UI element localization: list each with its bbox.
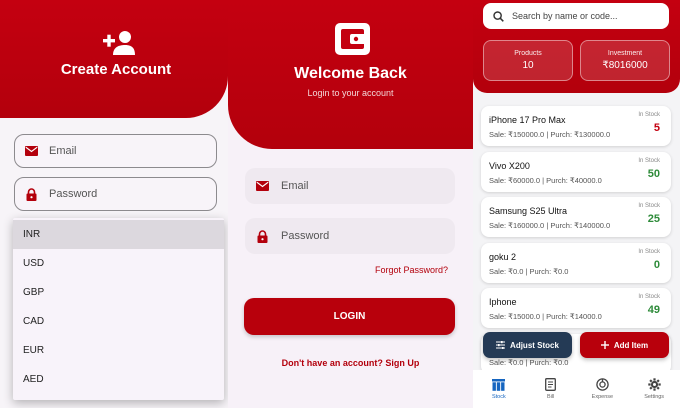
settings-icon	[647, 378, 661, 391]
create-account-screen: Create Account Email Password INR USD GBP C…	[0, 0, 228, 408]
add-item-button[interactable]: Add Item	[580, 332, 669, 358]
add-user-icon	[103, 31, 135, 55]
investment-stat-label: Investment	[607, 50, 643, 57]
stock-quantity: 5	[653, 122, 660, 134]
item-name: goku 2	[489, 252, 517, 262]
products-stat-label: Products	[514, 50, 542, 57]
expense-icon	[596, 378, 609, 391]
nav-item-bill[interactable]: Bill	[531, 378, 571, 400]
item-prices: Sale: ₹0.0 | Purch: ₹0.0	[489, 267, 569, 276]
stock-quantity: 49	[647, 304, 660, 316]
stock-item-card[interactable]: iPhone 17 Pro Max Sale: ₹150000.0 | Purch…	[481, 106, 671, 146]
currency-option-aed[interactable]: AED	[13, 365, 224, 394]
signup-link[interactable]: Don't have an account? Sign Up	[228, 358, 473, 368]
stock-quantity: 50	[647, 168, 660, 180]
login-header: Welcome Back Login to your account	[228, 0, 473, 149]
login-password-placeholder: Password	[281, 230, 330, 242]
lock-icon	[255, 229, 269, 243]
item-name: iPhone 17 Pro Max	[489, 115, 566, 125]
signup-password-placeholder: Password	[49, 188, 98, 200]
login-screen: Welcome Back Login to your account Email…	[228, 0, 473, 408]
stock-status-label: In Stock	[638, 294, 660, 300]
adjust-stock-label: Adjust Stock	[510, 340, 559, 350]
bottom-navigation: Stock Bill Expense Settings	[473, 370, 680, 408]
nav-item-settings[interactable]: Settings	[634, 378, 674, 400]
stock-item-card[interactable]: Iphone Sale: ₹15000.0 | Purch: ₹14000.0 In…	[481, 288, 671, 328]
nav-label-expense: Expense	[591, 394, 614, 400]
search-placeholder: Search by name or code...	[512, 11, 618, 21]
currency-option-gbp[interactable]: GBP	[13, 278, 224, 307]
stock-status-label: In Stock	[638, 158, 660, 164]
item-prices: Sale: ₹0.0 | Purch: ₹0.0	[489, 358, 569, 367]
stock-screen: Search by name or code... Products 10 In…	[473, 0, 680, 408]
nav-label-stock: Stock	[491, 393, 506, 400]
bill-icon	[545, 378, 557, 391]
forgot-password-link[interactable]: Forgot Password?	[375, 265, 448, 275]
stock-status-label: In Stock	[638, 249, 660, 255]
email-icon	[255, 179, 269, 193]
nav-item-expense[interactable]: Expense	[582, 378, 622, 400]
adjust-stock-button[interactable]: Adjust Stock	[483, 332, 572, 358]
stock-item-card[interactable]: goku 2 Sale: ₹0.0 | Purch: ₹0.0 In Stock 0	[481, 243, 671, 283]
item-prices: Sale: ₹160000.0 | Purch: ₹140000.0	[489, 221, 611, 230]
investment-stat-value: ₹8016000	[602, 60, 648, 71]
stock-icon	[492, 378, 506, 391]
currency-option-cad[interactable]: CAD	[13, 307, 224, 336]
nav-label-bill: Bill	[546, 394, 555, 400]
plus-icon	[600, 341, 609, 349]
login-subtitle: Login to your account	[307, 88, 394, 98]
signup-email-field[interactable]: Email	[14, 134, 217, 168]
item-prices: Sale: ₹15000.0 | Purch: ₹14000.0	[489, 312, 602, 321]
currency-dropdown-menu: INR USD GBP CAD EUR AED	[13, 218, 224, 400]
stock-header: Search by name or code... Products 10 In…	[473, 0, 680, 93]
login-email-field[interactable]: Email	[245, 168, 455, 204]
signup-email-placeholder: Email	[49, 145, 77, 157]
item-prices: Sale: ₹60000.0 | Purch: ₹40000.0	[489, 176, 602, 185]
login-button[interactable]: LOGIN	[244, 298, 455, 335]
stock-item-card[interactable]: Vivo X200 Sale: ₹60000.0 | Purch: ₹40000.…	[481, 152, 671, 192]
nav-item-stock[interactable]: Stock	[479, 378, 519, 400]
stock-quantity: 0	[653, 259, 660, 271]
stock-status-label: In Stock	[638, 203, 660, 209]
currency-option-eur[interactable]: EUR	[13, 336, 224, 365]
nav-label-settings: Settings	[644, 394, 665, 400]
item-name: Samsung S25 Ultra	[489, 206, 568, 216]
investment-stat-card: Investment ₹8016000	[580, 40, 670, 81]
item-name: Iphone	[489, 297, 517, 307]
login-email-placeholder: Email	[281, 180, 309, 192]
add-item-label: Add Item	[613, 340, 649, 350]
email-icon	[24, 144, 38, 158]
item-prices: Sale: ₹150000.0 | Purch: ₹130000.0	[489, 130, 611, 139]
currency-option-usd[interactable]: USD	[13, 249, 224, 278]
products-stat-value: 10	[522, 60, 534, 71]
signup-password-field[interactable]: Password	[14, 177, 217, 211]
lock-icon	[24, 187, 38, 201]
app-screens: Create Account Email Password INR USD GBP C…	[0, 0, 680, 408]
search-icon	[493, 10, 504, 22]
currency-option-list: INR USD GBP CAD EUR AED	[13, 218, 224, 394]
currency-option-inr[interactable]: INR	[13, 220, 224, 249]
stock-quantity: 25	[647, 213, 660, 225]
create-account-header: Create Account	[0, 0, 228, 118]
item-name: Vivo X200	[489, 161, 530, 171]
tune-icon	[496, 341, 506, 349]
stock-item-card[interactable]: Samsung S25 Ultra Sale: ₹160000.0 | Purch…	[481, 197, 671, 237]
stock-status-label: In Stock	[638, 112, 660, 118]
login-password-field[interactable]: Password	[245, 218, 455, 254]
login-title: Welcome Back	[294, 65, 407, 82]
search-input[interactable]: Search by name or code...	[483, 3, 669, 29]
products-stat-card: Products 10	[483, 40, 573, 81]
wallet-icon	[335, 23, 370, 55]
create-account-title: Create Account	[60, 61, 172, 78]
